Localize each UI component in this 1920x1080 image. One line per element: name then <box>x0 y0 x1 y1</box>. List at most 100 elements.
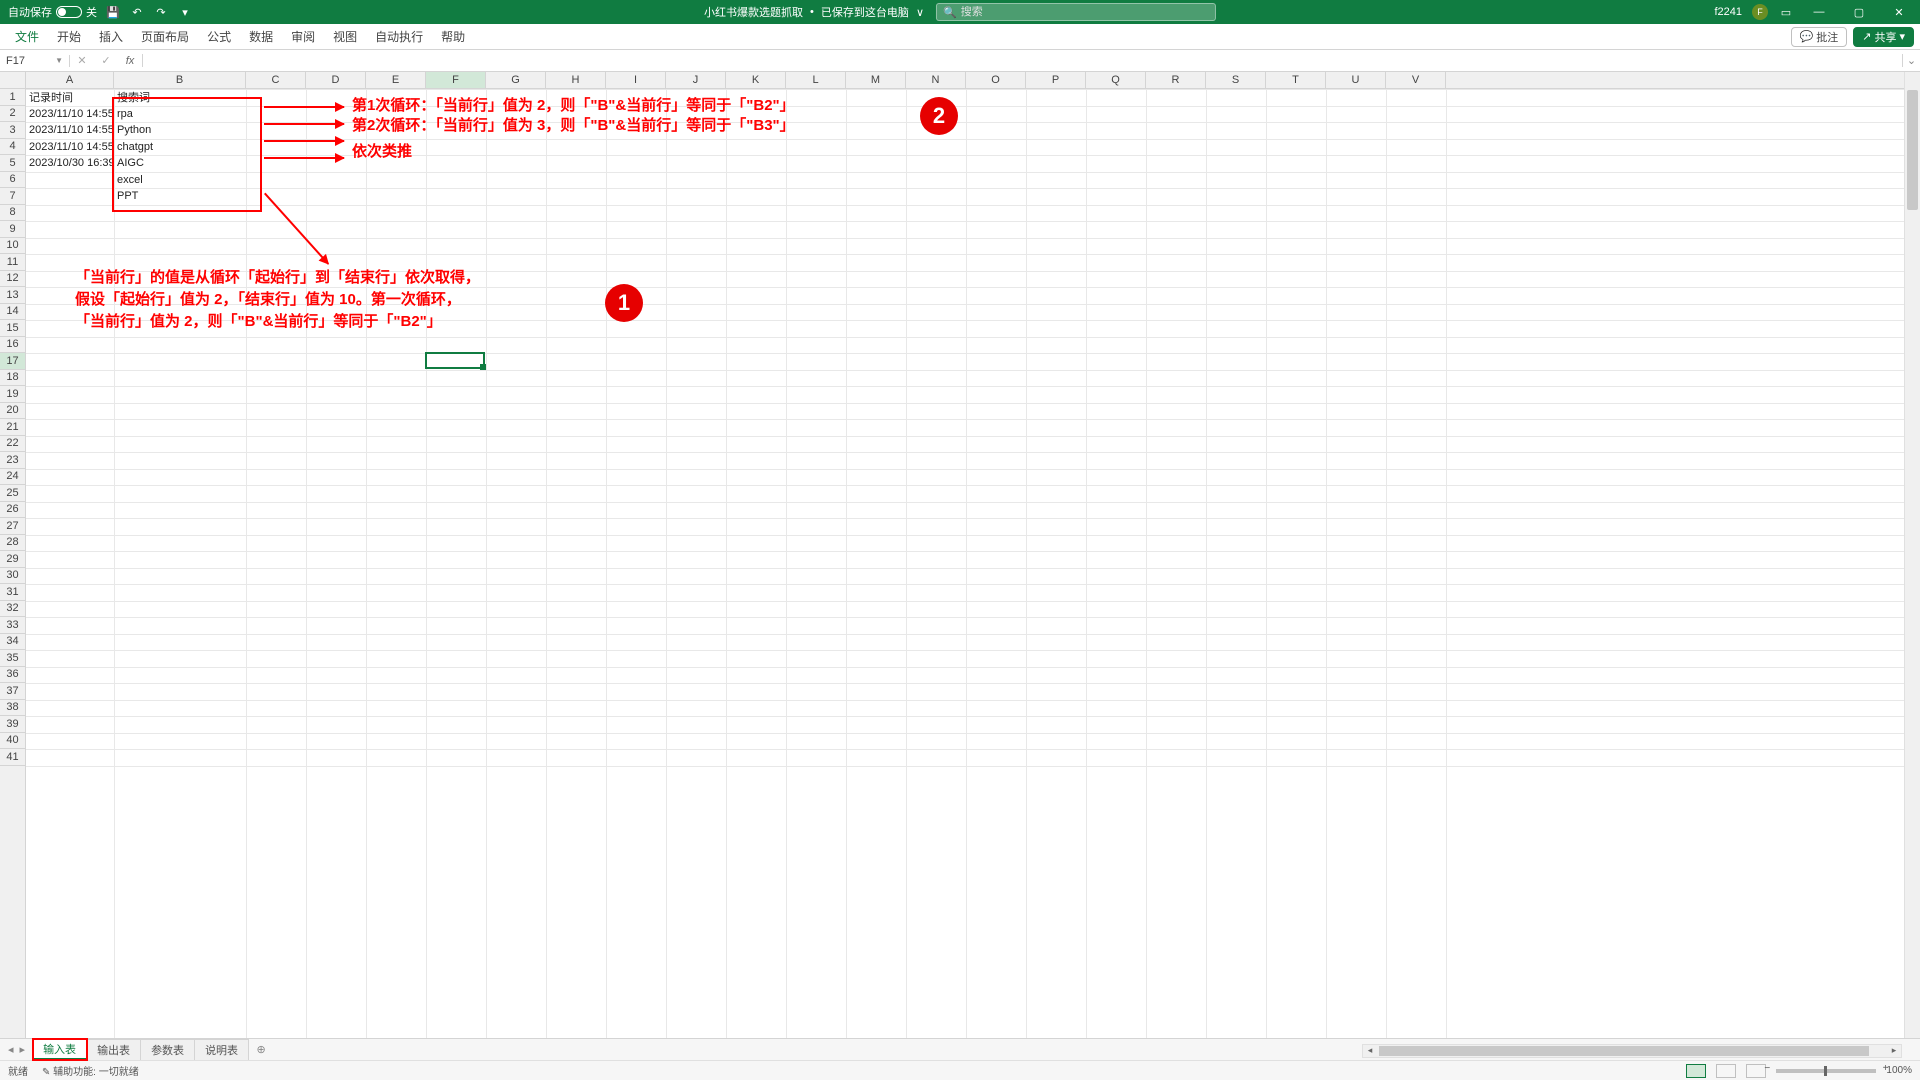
scroll-right-icon[interactable]: ▸ <box>1887 1045 1901 1057</box>
row-header-21[interactable]: 21 <box>0 419 25 436</box>
scrollbar-thumb[interactable] <box>1907 90 1918 210</box>
row-header-14[interactable]: 14 <box>0 304 25 321</box>
row-header-1[interactable]: 1 <box>0 89 25 106</box>
tab-home[interactable]: 开始 <box>48 24 90 49</box>
spreadsheet-grid[interactable]: ABCDEFGHIJKLMNOPQRSTUV 12345678910111213… <box>0 72 1920 1038</box>
tab-review[interactable]: 审阅 <box>282 24 324 49</box>
redo-icon[interactable]: ↷ <box>153 4 169 20</box>
vertical-scrollbar[interactable] <box>1904 72 1920 1038</box>
cell-B6[interactable]: excel <box>114 172 246 189</box>
row-header-4[interactable]: 4 <box>0 139 25 156</box>
col-header-D[interactable]: D <box>306 72 366 88</box>
tab-data[interactable]: 数据 <box>240 24 282 49</box>
row-header-18[interactable]: 18 <box>0 370 25 387</box>
row-header-41[interactable]: 41 <box>0 749 25 766</box>
row-headers[interactable]: 1234567891011121314151617181920212223242… <box>0 89 26 1038</box>
save-icon[interactable]: 💾 <box>105 4 121 20</box>
h-scrollbar-thumb[interactable] <box>1379 1046 1869 1056</box>
col-header-N[interactable]: N <box>906 72 966 88</box>
cell-B7[interactable]: PPT <box>114 188 246 205</box>
row-header-32[interactable]: 32 <box>0 601 25 618</box>
col-header-G[interactable]: G <box>486 72 546 88</box>
document-title[interactable]: 小红书爆款选题抓取 • 已保存到这台电脑 ∨ <box>704 4 924 20</box>
cell-B4[interactable]: chatgpt <box>114 139 246 156</box>
col-header-P[interactable]: P <box>1026 72 1086 88</box>
view-page-break-button[interactable] <box>1746 1064 1766 1078</box>
row-header-31[interactable]: 31 <box>0 584 25 601</box>
cell-B5[interactable]: AIGC <box>114 155 246 172</box>
search-box[interactable]: 🔍 <box>936 3 1216 21</box>
user-avatar[interactable]: F <box>1752 4 1768 20</box>
tab-formulas[interactable]: 公式 <box>198 24 240 49</box>
col-header-J[interactable]: J <box>666 72 726 88</box>
tab-automate[interactable]: 自动执行 <box>366 24 432 49</box>
col-header-E[interactable]: E <box>366 72 426 88</box>
row-header-13[interactable]: 13 <box>0 287 25 304</box>
undo-icon[interactable]: ↶ <box>129 4 145 20</box>
row-header-25[interactable]: 25 <box>0 485 25 502</box>
cell-B3[interactable]: Python <box>114 122 246 139</box>
row-header-36[interactable]: 36 <box>0 667 25 684</box>
col-header-H[interactable]: H <box>546 72 606 88</box>
column-headers[interactable]: ABCDEFGHIJKLMNOPQRSTUV <box>26 72 1904 89</box>
user-name[interactable]: f2241 <box>1714 6 1742 18</box>
row-header-2[interactable]: 2 <box>0 106 25 123</box>
row-header-34[interactable]: 34 <box>0 634 25 651</box>
row-header-17[interactable]: 17 <box>0 353 25 370</box>
add-sheet-button[interactable]: ⊕ <box>249 1043 273 1056</box>
zoom-slider[interactable] <box>1776 1069 1876 1073</box>
tab-view[interactable]: 视图 <box>324 24 366 49</box>
close-button[interactable]: ✕ <box>1884 0 1914 24</box>
tab-insert[interactable]: 插入 <box>90 24 132 49</box>
row-header-3[interactable]: 3 <box>0 122 25 139</box>
row-header-8[interactable]: 8 <box>0 205 25 222</box>
sheet-tab-2[interactable]: 参数表 <box>141 1039 195 1060</box>
row-header-28[interactable]: 28 <box>0 535 25 552</box>
sheet-nav[interactable]: ◂▸ <box>0 1043 33 1056</box>
formula-enter-icon[interactable]: ✓ <box>94 54 118 67</box>
row-header-6[interactable]: 6 <box>0 172 25 189</box>
row-header-23[interactable]: 23 <box>0 452 25 469</box>
formula-cancel-icon[interactable]: ✕ <box>70 54 94 67</box>
col-header-B[interactable]: B <box>114 72 246 88</box>
comments-button[interactable]: 💬 批注 <box>1791 27 1848 47</box>
cells-area[interactable]: 记录时间搜索词2023/11/10 14:55rpa2023/11/10 14:… <box>26 89 1904 1038</box>
row-header-9[interactable]: 9 <box>0 221 25 238</box>
col-header-Q[interactable]: Q <box>1086 72 1146 88</box>
tab-file[interactable]: 文件 <box>6 24 48 49</box>
share-button[interactable]: ↗ 共享 ▾ <box>1853 27 1914 47</box>
tab-layout[interactable]: 页面布局 <box>132 24 198 49</box>
name-box[interactable]: F17▼ <box>0 55 70 67</box>
col-header-K[interactable]: K <box>726 72 786 88</box>
row-header-22[interactable]: 22 <box>0 436 25 453</box>
fx-icon[interactable]: fx <box>118 55 142 67</box>
col-header-V[interactable]: V <box>1386 72 1446 88</box>
col-header-F[interactable]: F <box>426 72 486 88</box>
sheet-tab-0[interactable]: 输入表 <box>33 1039 87 1060</box>
qa-dropdown-icon[interactable]: ▾ <box>177 4 193 20</box>
row-header-19[interactable]: 19 <box>0 386 25 403</box>
select-all-corner[interactable] <box>0 72 26 89</box>
row-header-29[interactable]: 29 <box>0 551 25 568</box>
tab-help[interactable]: 帮助 <box>432 24 474 49</box>
cell-A1[interactable]: 记录时间 <box>26 89 114 106</box>
row-header-16[interactable]: 16 <box>0 337 25 354</box>
search-input[interactable] <box>961 6 1209 18</box>
row-header-5[interactable]: 5 <box>0 155 25 172</box>
row-header-11[interactable]: 11 <box>0 254 25 271</box>
sheet-tab-1[interactable]: 输出表 <box>87 1039 141 1060</box>
col-header-A[interactable]: A <box>26 72 114 88</box>
row-header-27[interactable]: 27 <box>0 518 25 535</box>
col-header-I[interactable]: I <box>606 72 666 88</box>
row-header-10[interactable]: 10 <box>0 238 25 255</box>
zoom-level[interactable]: 100% <box>1886 1065 1912 1076</box>
col-header-L[interactable]: L <box>786 72 846 88</box>
cell-A3[interactable]: 2023/11/10 14:55 <box>26 122 114 139</box>
row-header-37[interactable]: 37 <box>0 683 25 700</box>
col-header-U[interactable]: U <box>1326 72 1386 88</box>
cell-B1[interactable]: 搜索词 <box>114 89 246 106</box>
row-header-30[interactable]: 30 <box>0 568 25 585</box>
col-header-S[interactable]: S <box>1206 72 1266 88</box>
cell-A2[interactable]: 2023/11/10 14:55 <box>26 106 114 123</box>
col-header-M[interactable]: M <box>846 72 906 88</box>
